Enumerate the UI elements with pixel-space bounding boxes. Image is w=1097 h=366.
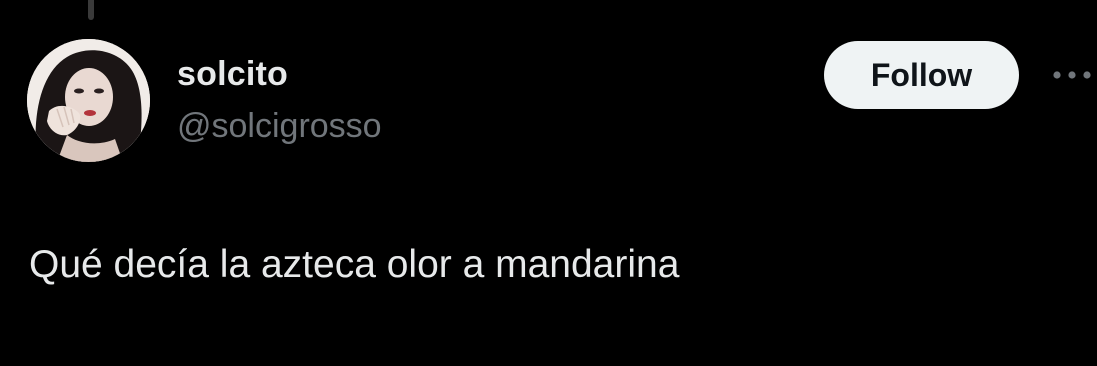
more-horizontal-icon xyxy=(1053,71,1091,79)
more-options-button[interactable] xyxy=(1048,60,1097,90)
display-name[interactable]: solcito xyxy=(177,54,288,94)
follow-button[interactable]: Follow xyxy=(824,41,1019,109)
tweet-text: Qué decía la azteca olor a mandarina xyxy=(29,243,680,286)
user-handle[interactable]: @solcigrosso xyxy=(177,106,382,146)
thread-connector-line xyxy=(88,0,94,20)
avatar-photo xyxy=(27,39,150,162)
avatar[interactable] xyxy=(27,39,150,162)
tweet-card: solcito @solcigrosso Follow Qué decía la… xyxy=(0,0,1097,366)
